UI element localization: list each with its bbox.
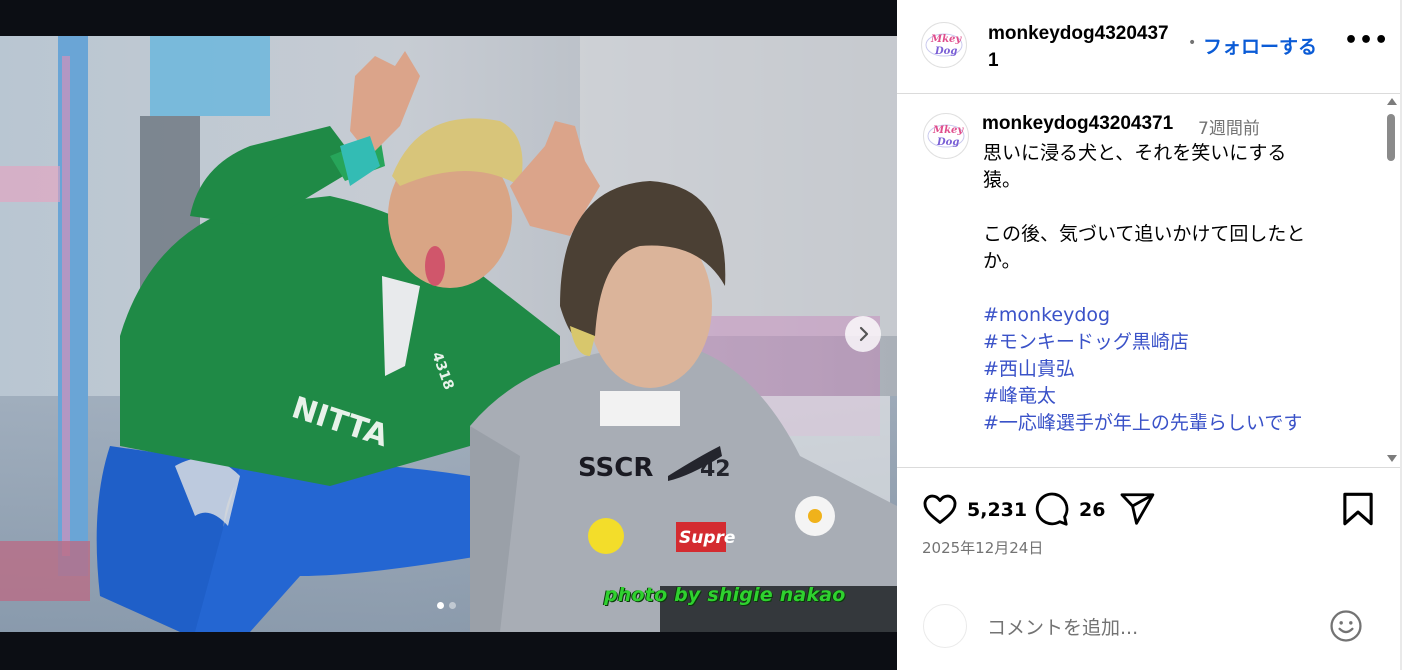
comment-count[interactable]: 26 [1079,499,1105,521]
share-button[interactable] [1118,490,1156,532]
monkeydog-logo-icon: Mkey Dog [924,25,964,65]
monkeydog-logo-icon: Mkey Dog [926,116,966,156]
caption-line: 思いに浸る犬と、それを笑いにする [983,142,1287,164]
svg-text:Dog: Dog [936,137,959,148]
hashtag-link[interactable]: #モンキードッグ黒崎店 [983,329,1355,356]
header-separator: • [1188,35,1197,51]
hashtag-link[interactable]: #monkeydog [983,302,1355,329]
bookmark-icon [1343,492,1373,526]
hashtag-link[interactable]: #一応峰選手が年上の先輩らしいです [983,410,1355,437]
caption-text: 思いに浸る犬と、それを笑いにする 猿。 この後、気づいて追いかけて回したと か。… [983,140,1355,437]
scrollbar-thumb[interactable] [1387,114,1395,161]
caption-line: この後、気づいて追いかけて回したと [983,223,1306,245]
post-photo[interactable]: NITTA 4318 SSCR Supre 42 [0,36,897,632]
comment-button[interactable] [1032,490,1070,532]
svg-text:Supre: Supre [679,528,735,548]
more-options-button[interactable]: ••• [1344,28,1389,53]
emoji-icon [1330,610,1362,642]
caption-line: 猿。 [983,169,1022,191]
emoji-button[interactable] [1329,609,1363,647]
carousel-next-button[interactable] [845,316,881,352]
caption-timestamp[interactable]: 7週間前 [1198,114,1260,139]
carousel-indicator [437,602,456,609]
avatar[interactable]: Mkey Dog [921,22,967,68]
caption-line [983,194,1355,221]
caption-line: か。 [983,250,1021,272]
post-header: Mkey Dog monkeydog43204371 • フォローする ••• [897,0,1402,94]
chevron-right-icon [859,326,869,342]
post-sidebar: Mkey Dog monkeydog43204371 • フォローする ••• … [897,0,1402,670]
avatar [923,604,967,648]
svg-text:SSCR: SSCR [578,453,653,483]
comments-section[interactable]: Mkey Dog monkeydog43204371 7週間前 思いに浸る犬と、… [897,95,1402,468]
comment-icon [1035,492,1069,526]
comments-scrollbar[interactable] [1384,95,1399,467]
svg-text:Dog: Dog [934,46,957,57]
photo-credit: photo by shigie nakao [604,584,846,606]
carousel-dot-2 [449,602,456,609]
comment-input[interactable] [987,613,1307,643]
like-button[interactable] [921,490,959,532]
media-panel: NITTA 4318 SSCR Supre 42 photo by shigie… [0,0,897,670]
hashtag-link[interactable]: #峰竜太 [983,383,1355,410]
instagram-post-dialog: NITTA 4318 SSCR Supre 42 photo by shigie… [0,0,1402,670]
caption-line [983,275,1355,302]
scroll-up-arrow-icon[interactable] [1387,98,1397,105]
follow-button[interactable]: フォローする [1203,32,1317,59]
heart-icon [923,494,957,524]
add-comment-bar [897,595,1402,659]
svg-text:42: 42 [700,457,731,482]
svg-text:Mkey: Mkey [932,125,964,136]
caption-username[interactable]: monkeydog43204371 [982,113,1173,135]
post-author-username[interactable]: monkeydog43204371 [988,20,1178,74]
share-icon [1120,493,1155,525]
post-date[interactable]: 2025年12月24日 [922,537,1043,558]
like-count[interactable]: 5,231 [967,499,1027,521]
post-actions: 5,231 26 2025年12月24日 [897,469,1402,557]
scroll-down-arrow-icon[interactable] [1387,455,1397,462]
save-button[interactable] [1341,490,1375,532]
avatar[interactable]: Mkey Dog [923,113,969,159]
svg-text:Mkey: Mkey [930,34,962,45]
hashtag-link[interactable]: #西山貴弘 [983,356,1355,383]
carousel-dot-1 [437,602,444,609]
